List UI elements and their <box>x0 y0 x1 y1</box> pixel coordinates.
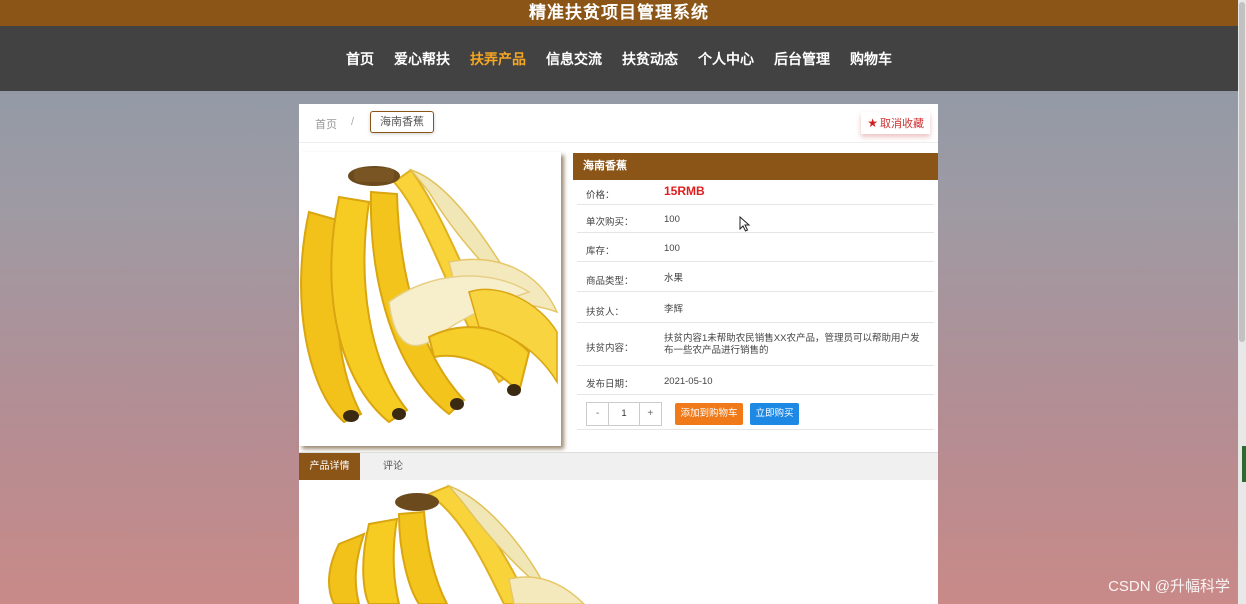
main-nav: 首页 爱心帮扶 扶弄产品 信息交流 扶贫动态 个人中心 后台管理 购物车 <box>0 26 1238 91</box>
stock-row: 库存： 100 <box>577 233 934 262</box>
date-label: 发布日期： <box>586 379 634 390</box>
per-purchase-row: 单次购买： 100 <box>577 205 934 233</box>
helper-label: 扶贫人： <box>586 307 625 318</box>
tab-product-details[interactable]: 产品详情 <box>299 453 360 480</box>
page-scrollbar[interactable] <box>1238 0 1246 604</box>
nav-item-news[interactable]: 扶贫动态 <box>622 49 678 69</box>
helper-value: 李辉 <box>664 304 684 315</box>
quantity-input[interactable]: 1 <box>608 403 640 425</box>
banana-detail-image <box>299 484 619 604</box>
breadcrumb-separator: / <box>351 116 355 128</box>
date-value: 2021-05-10 <box>664 376 713 387</box>
content-label: 扶贫内容： <box>586 343 634 354</box>
helper-row: 扶贫人： 李辉 <box>577 292 934 323</box>
detail-tabs: 产品详情 评论 <box>299 452 938 480</box>
quantity-decrease-button[interactable]: - <box>587 403 608 425</box>
product-image <box>299 152 561 446</box>
stock-value: 100 <box>664 243 680 254</box>
side-marker <box>1242 446 1246 482</box>
unfavorite-button[interactable]: ★ 取消收藏 <box>861 112 930 134</box>
breadcrumb-current: 海南香蕉 <box>370 111 434 133</box>
breadcrumb: 首页 / 海南香蕉 ★ 取消收藏 <box>299 104 938 143</box>
product-panel: 首页 / 海南香蕉 ★ 取消收藏 海南香蕉 价格： 15RMB 单次购买： 10… <box>299 104 938 604</box>
date-row: 发布日期： 2021-05-10 <box>577 366 934 395</box>
star-icon: ★ <box>867 116 878 130</box>
per-purchase-value: 100 <box>664 214 680 225</box>
watermark: CSDN @升幅科学 <box>1108 578 1230 595</box>
nav-item-products[interactable]: 扶弄产品 <box>470 49 526 69</box>
banana-image <box>299 152 561 446</box>
unfavorite-label: 取消收藏 <box>880 118 924 130</box>
category-value: 水果 <box>664 273 684 284</box>
price-row: 价格： 15RMB <box>577 180 934 205</box>
category-label: 商品类型： <box>586 276 634 287</box>
content-row: 扶贫内容： 扶贫内容1未帮助农民销售XX农产品，管理员可以帮助用户发布一些农产品… <box>577 323 934 366</box>
app-title: 精准扶贫项目管理系统 <box>0 0 1238 26</box>
quantity-increase-button[interactable]: + <box>640 403 661 425</box>
add-to-cart-button[interactable]: 添加到购物车 <box>675 403 743 425</box>
content-value: 扶贫内容1未帮助农民销售XX农产品，管理员可以帮助用户发布一些农产品进行销售的 <box>664 333 920 356</box>
buy-now-button[interactable]: 立即购买 <box>750 403 799 425</box>
mouse-cursor-icon <box>739 216 751 232</box>
price-value: 15RMB <box>664 184 705 198</box>
nav-item-admin[interactable]: 后台管理 <box>774 49 830 69</box>
product-name-header: 海南香蕉 <box>573 153 938 180</box>
nav-item-personal-center[interactable]: 个人中心 <box>698 49 754 69</box>
quantity-stepper: - 1 + <box>586 402 662 426</box>
breadcrumb-home[interactable]: 首页 <box>315 116 337 132</box>
nav-item-charity-help[interactable]: 爱心帮扶 <box>394 49 450 69</box>
nav-item-info-exchange[interactable]: 信息交流 <box>546 49 602 69</box>
nav-item-cart[interactable]: 购物车 <box>850 49 892 69</box>
per-purchase-label: 单次购买： <box>586 217 634 228</box>
nav-item-home[interactable]: 首页 <box>346 49 374 69</box>
stock-label: 库存： <box>586 246 615 257</box>
product-detail-image <box>299 484 619 604</box>
tab-comments[interactable]: 评论 <box>383 453 403 480</box>
price-label: 价格： <box>586 190 615 201</box>
category-row: 商品类型： 水果 <box>577 262 934 292</box>
scrollbar-thumb[interactable] <box>1239 2 1245 342</box>
